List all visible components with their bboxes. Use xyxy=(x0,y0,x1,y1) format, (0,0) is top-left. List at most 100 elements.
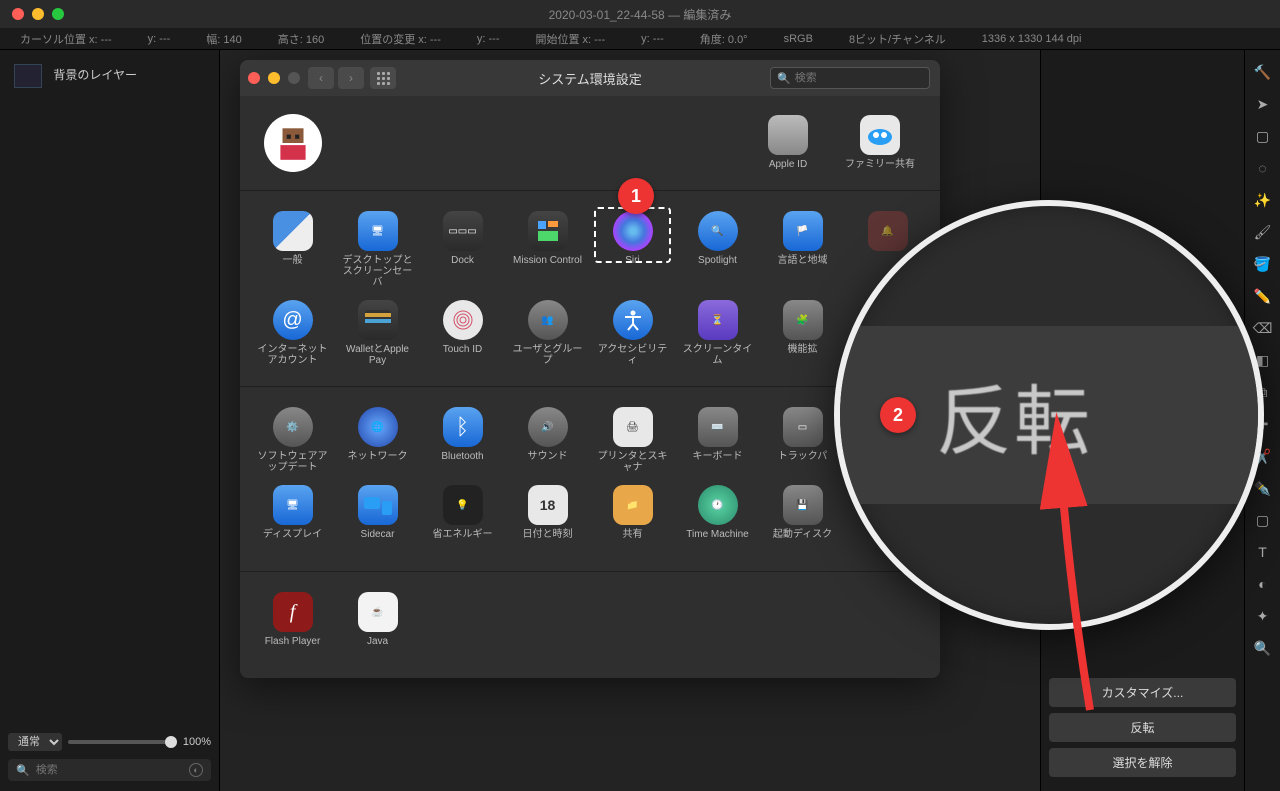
pref-spotlight[interactable]: 🔍Spotlight xyxy=(677,207,758,292)
java-icon: ☕ xyxy=(358,592,398,632)
speaker-icon: 🔊 xyxy=(528,407,568,447)
marquee-icon[interactable]: ▢ xyxy=(1253,126,1273,146)
minimize-icon[interactable] xyxy=(268,72,280,84)
keyboard-icon: ⌨️ xyxy=(698,407,738,447)
bulb-icon: 💡 xyxy=(443,485,483,525)
minimize-icon[interactable] xyxy=(32,8,44,20)
syspref-titlebar: ‹ › システム環境設定 🔍 xyxy=(240,60,940,96)
eraser-icon[interactable]: ⌫ xyxy=(1253,318,1273,338)
text-icon[interactable]: T xyxy=(1253,542,1273,562)
back-button[interactable]: ‹ xyxy=(308,67,334,89)
editor-traffic-lights[interactable] xyxy=(0,0,76,28)
close-icon[interactable] xyxy=(248,72,260,84)
pen-icon[interactable]: ✒️ xyxy=(1253,478,1273,498)
pref-trackpad[interactable]: ▭トラックパ xyxy=(762,403,843,477)
pref-users[interactable]: 👥ユーザとグループ xyxy=(507,296,588,370)
users-icon: 👥 xyxy=(528,300,568,340)
pref-mission-control[interactable]: Mission Control xyxy=(507,207,588,292)
pref-sharing[interactable]: 📁共有 xyxy=(592,481,673,555)
pref-sound[interactable]: 🔊サウンド xyxy=(507,403,588,477)
annotation-marker-2: 2 xyxy=(880,397,916,433)
zoom-icon[interactable] xyxy=(52,8,64,20)
grid-icon xyxy=(377,72,390,85)
pref-date-time[interactable]: 18日付と時刻 xyxy=(507,481,588,555)
editor-titlebar: 2020-03-01_22-44-58 — 編集済み xyxy=(0,0,1280,28)
delta-x: 位置の変更 x: --- xyxy=(360,31,441,47)
family-sharing-item[interactable]: ファミリー共有 xyxy=(844,115,916,171)
system-preferences-window: ‹ › システム環境設定 🔍 Apple xyxy=(240,60,940,678)
pref-siri[interactable]: Siri xyxy=(592,207,673,292)
bucket-icon[interactable]: 🪣 xyxy=(1253,254,1273,274)
spotlight-icon: 🔍 xyxy=(698,211,738,251)
pref-dock[interactable]: ▭▭▭Dock xyxy=(422,207,503,292)
printer-icon: 🖨 xyxy=(613,407,653,447)
layer-thumb-icon xyxy=(14,64,42,88)
pref-bluetooth[interactable]: ᛒBluetooth xyxy=(422,403,503,477)
pref-general[interactable]: 一般 xyxy=(252,207,333,292)
globe-icon: 🌐 xyxy=(358,407,398,447)
shape-icon[interactable]: ▢ xyxy=(1253,510,1273,530)
sidecar-icon xyxy=(358,485,398,525)
apple-id-item[interactable]: Apple ID xyxy=(752,115,824,171)
pref-keyboard[interactable]: ⌨️キーボード xyxy=(677,403,758,477)
brush-icon[interactable]: 🖌 xyxy=(1253,222,1273,242)
clock-icon: 🕐 xyxy=(698,485,738,525)
pref-flash[interactable]: fFlash Player xyxy=(252,588,333,662)
image-dims: 1336 x 1330 144 dpi xyxy=(982,33,1082,45)
gear-icon: ⚙️ xyxy=(273,407,313,447)
cursor-x: カーソル位置 x: --- xyxy=(20,31,112,47)
siri-icon xyxy=(613,211,653,251)
family-icon xyxy=(860,115,900,155)
pointer-icon[interactable]: ➤ xyxy=(1253,94,1273,114)
annotation-arrow xyxy=(1010,440,1130,725)
pref-touchid[interactable]: Touch ID xyxy=(422,296,503,370)
bit-depth: 8ビット/チャンネル xyxy=(849,31,946,47)
layer-search-input[interactable] xyxy=(36,764,183,776)
layer-search[interactable]: 🔍 ◐ xyxy=(8,759,211,781)
syspref-search[interactable]: 🔍 xyxy=(770,67,930,89)
bell-icon: 🔔 xyxy=(868,211,908,251)
user-avatar[interactable] xyxy=(264,114,322,172)
pref-printers[interactable]: 🖨プリンタとスキャナ xyxy=(592,403,673,477)
wand-icon[interactable]: ✨ xyxy=(1253,190,1273,210)
syspref-search-input[interactable] xyxy=(795,72,937,84)
color-icon[interactable]: ◐ xyxy=(1253,574,1273,594)
pref-software-update[interactable]: ⚙️ソフトウェアアップデート xyxy=(252,403,333,477)
pref-energy[interactable]: 💡省エネルギー xyxy=(422,481,503,555)
fingerprint-icon xyxy=(443,300,483,340)
bluetooth-icon: ᛒ xyxy=(443,407,483,447)
pref-language[interactable]: 🏳️言語と地域 xyxy=(762,207,843,292)
pref-desktop[interactable]: 🖥デスクトップとスクリーンセーバ xyxy=(337,207,418,292)
pref-startup-disk[interactable]: 💾起動ディスク xyxy=(762,481,843,555)
blend-mode-select[interactable]: 通常 xyxy=(8,733,62,751)
trackpad-icon: ▭ xyxy=(783,407,823,447)
sel-height: 高さ: 160 xyxy=(278,31,324,47)
pref-sidecar[interactable]: Sidecar xyxy=(337,481,418,555)
zoom-icon[interactable]: 🔍 xyxy=(1253,638,1273,658)
layer-row[interactable]: 背景のレイヤー xyxy=(8,58,211,94)
lasso-icon[interactable]: ◌ xyxy=(1253,158,1273,178)
filter-icon[interactable]: ◐ xyxy=(189,763,203,777)
hammer-icon[interactable]: 🔨 xyxy=(1253,62,1273,82)
pref-screentime[interactable]: ⏳スクリーンタイム xyxy=(677,296,758,370)
syspref-title: システム環境設定 xyxy=(538,69,642,88)
search-icon: 🔍 xyxy=(777,72,791,85)
pref-wallet[interactable]: WalletとApple Pay xyxy=(337,296,418,370)
pref-internet-accounts[interactable]: @インターネットアカウント xyxy=(252,296,333,370)
pref-network[interactable]: 🌐ネットワーク xyxy=(337,403,418,477)
pref-accessibility[interactable]: アクセシビリティ xyxy=(592,296,673,370)
pref-displays[interactable]: 🖥ディスプレイ xyxy=(252,481,333,555)
pref-time-machine[interactable]: 🕐Time Machine xyxy=(677,481,758,555)
opacity-slider[interactable] xyxy=(68,740,177,744)
zoom-icon[interactable] xyxy=(288,72,300,84)
forward-button[interactable]: › xyxy=(338,67,364,89)
show-all-button[interactable] xyxy=(370,67,396,89)
pref-extensions[interactable]: 🧩機能拡 xyxy=(762,296,843,370)
pencil-icon[interactable]: ✏️ xyxy=(1253,286,1273,306)
pref-java[interactable]: ☕Java xyxy=(337,588,418,662)
deselect-button[interactable]: 選択を解除 xyxy=(1049,748,1236,777)
puzzle-icon: 🧩 xyxy=(783,300,823,340)
sparkle-icon[interactable]: ✦ xyxy=(1253,606,1273,626)
close-icon[interactable] xyxy=(12,8,24,20)
layers-panel: 背景のレイヤー 通常 100% 🔍 ◐ xyxy=(0,50,220,791)
